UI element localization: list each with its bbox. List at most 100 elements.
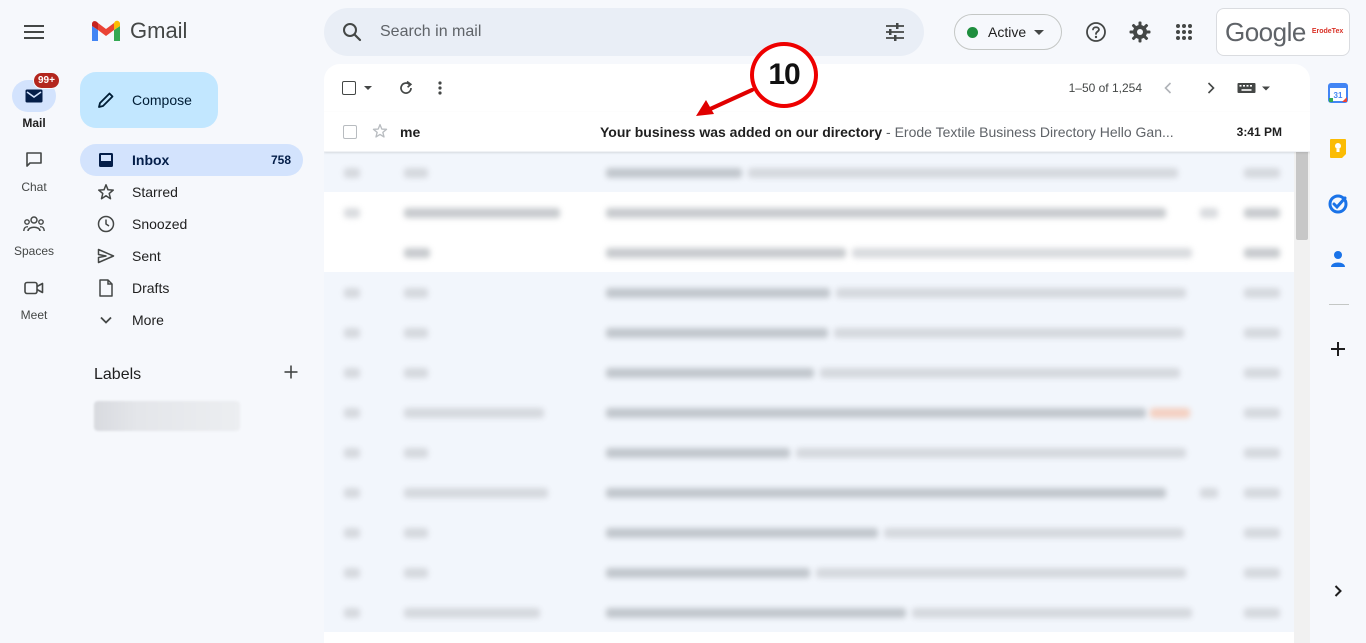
main-menu-button[interactable]	[14, 12, 54, 52]
compose-button[interactable]: Compose	[80, 72, 218, 128]
gmail-logo[interactable]: Gmail	[90, 18, 187, 44]
blurred-email-row[interactable]	[324, 232, 1310, 272]
select-dropdown-caret-icon[interactable]	[364, 86, 372, 90]
rail-label-meet: Meet	[20, 308, 48, 322]
annotation-arrow-icon	[696, 88, 754, 116]
input-tools-keyboard-icon[interactable]	[1234, 76, 1274, 100]
keep-icon[interactable]	[1327, 137, 1349, 159]
pagination-text: 1–50 of 1,254	[1068, 81, 1142, 95]
rail-item-mail[interactable]: 99+ Mail	[0, 72, 68, 130]
calendar-icon[interactable]: 31	[1327, 82, 1349, 104]
search-options-icon[interactable]	[884, 21, 906, 48]
nav-label-more: More	[132, 312, 164, 328]
help-icon[interactable]	[1080, 16, 1112, 48]
nav-label-sent: Sent	[132, 248, 161, 264]
blurred-email-row[interactable]	[324, 312, 1310, 352]
blurred-email-row[interactable]	[324, 272, 1310, 312]
blurred-email-row[interactable]	[324, 152, 1310, 192]
blurred-email-row[interactable]	[324, 472, 1310, 512]
tasks-icon[interactable]	[1327, 193, 1349, 215]
side-panel-divider	[1329, 304, 1349, 305]
svg-text:31: 31	[1334, 91, 1343, 100]
refresh-icon[interactable]	[398, 80, 414, 96]
blurred-email-row[interactable]	[324, 192, 1310, 232]
status-dot	[967, 26, 978, 38]
rail-label-chat: Chat	[21, 180, 47, 194]
contacts-icon[interactable]	[1327, 248, 1349, 270]
email-snippet: - Erode Textile Business Directory Hello…	[882, 123, 1174, 140]
clock-icon	[96, 215, 116, 233]
step-annotation-circle: 10	[750, 42, 818, 108]
app-rail: 99+ Mail Chat Spaces Meet	[0, 0, 68, 643]
nav-item-inbox[interactable]: Inbox 758	[80, 144, 303, 176]
gmail-wordmark: Gmail	[130, 18, 188, 43]
prev-page-icon[interactable]	[1156, 76, 1180, 100]
labels-title: Labels	[94, 365, 142, 383]
star-outline-icon[interactable]	[372, 123, 388, 142]
rail-label-mail: Mail	[22, 116, 46, 130]
nav-item-starred[interactable]: Starred	[80, 176, 303, 208]
nav-label-snoozed: Snoozed	[132, 216, 188, 232]
spaces-icon	[12, 208, 56, 240]
account-switcher[interactable]: Google ErodeTex	[1216, 8, 1350, 56]
apps-grid-icon[interactable]	[1168, 16, 1200, 48]
rail-label-spaces: Spaces	[13, 244, 55, 258]
select-all-checkbox[interactable]	[342, 81, 356, 95]
email-subject-line: Your business was added on our directory…	[600, 124, 1200, 140]
step-annotation-number: 10	[768, 58, 800, 91]
email-row[interactable]: me Your business was added on our direct…	[324, 112, 1310, 152]
message-list-scrollbar[interactable]	[1294, 112, 1310, 643]
email-time: 3:41 PM	[1236, 124, 1282, 139]
chevron-down-icon	[96, 315, 116, 325]
rail-item-meet[interactable]: Meet	[0, 272, 68, 322]
rail-item-chat[interactable]: Chat	[0, 144, 68, 194]
mail-icon: 99+	[12, 72, 60, 112]
status-label: Active	[988, 24, 1027, 40]
row-checkbox[interactable]	[343, 124, 357, 139]
mail-nav: Inbox 758 Starred Snoozed Sent Drafts Mo…	[80, 144, 303, 336]
add-label-icon[interactable]	[283, 364, 299, 385]
search-bar	[324, 8, 924, 56]
gmail-m-icon	[92, 20, 120, 41]
nav-item-snoozed[interactable]: Snoozed	[80, 208, 303, 240]
more-vert-icon[interactable]	[438, 81, 442, 95]
nav-item-sent[interactable]: Sent	[80, 240, 303, 272]
meet-icon	[12, 272, 56, 304]
blurred-email-row[interactable]	[324, 592, 1310, 632]
blurred-email-row[interactable]	[324, 512, 1310, 552]
blurred-email-row[interactable]	[324, 352, 1310, 392]
pencil-icon	[98, 92, 114, 108]
labels-header: Labels	[94, 364, 299, 385]
nav-label-inbox: Inbox	[132, 152, 170, 168]
next-page-icon[interactable]	[1199, 76, 1223, 100]
status-dropdown[interactable]: Active	[954, 14, 1062, 50]
message-list-panel: 1–50 of 1,254 me Your business was added…	[324, 64, 1310, 643]
email-sender: me	[400, 123, 421, 140]
mail-unread-badge: 99+	[33, 72, 60, 89]
nav-item-more[interactable]: More	[80, 304, 303, 336]
caret-down-icon	[1034, 29, 1045, 35]
account-name: Google	[1225, 16, 1306, 47]
draft-icon	[96, 279, 116, 297]
search-icon[interactable]	[324, 22, 380, 42]
star-icon	[96, 183, 116, 201]
expand-side-panel-chevron-icon[interactable]	[1327, 580, 1349, 602]
add-addon-plus-icon[interactable]	[1327, 338, 1349, 360]
search-input[interactable]	[380, 23, 860, 41]
hamburger-icon	[24, 25, 44, 39]
blurred-email-row[interactable]	[324, 392, 1310, 432]
inbox-count: 758	[270, 153, 291, 167]
rail-item-spaces[interactable]: Spaces	[0, 208, 68, 258]
chat-icon	[12, 144, 56, 176]
side-panel: 31	[1310, 64, 1366, 643]
email-subject: Your business was added on our directory	[600, 123, 883, 140]
nav-label-starred: Starred	[132, 184, 178, 200]
account-avatar-logo: ErodeTex	[1311, 28, 1344, 35]
blurred-email-row[interactable]	[324, 432, 1310, 472]
settings-gear-icon[interactable]	[1124, 16, 1156, 48]
send-icon	[96, 248, 116, 264]
nav-item-drafts[interactable]: Drafts	[80, 272, 303, 304]
blurred-email-row[interactable]	[324, 552, 1310, 592]
label-item-blurred[interactable]	[94, 401, 240, 431]
nav-label-drafts: Drafts	[132, 280, 170, 296]
